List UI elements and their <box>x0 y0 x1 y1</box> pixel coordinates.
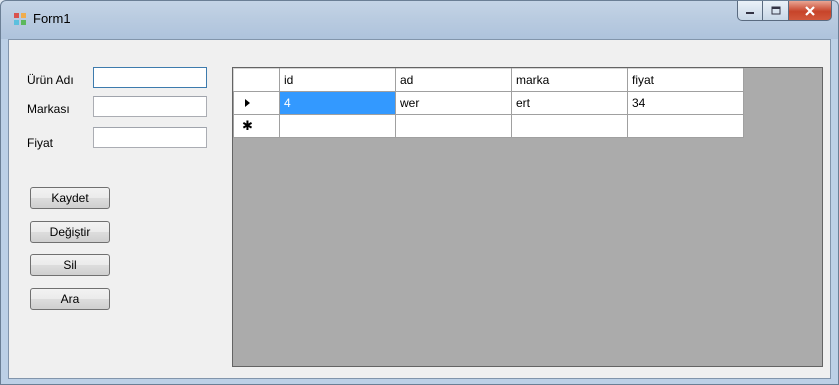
form-app-icon <box>14 13 26 25</box>
row-header[interactable] <box>233 91 280 115</box>
grid-cell-id[interactable]: 4 <box>279 91 396 115</box>
data-grid-table: id ad marka fiyat 4 wer ert 34 ✱ <box>233 68 744 138</box>
sil-button[interactable]: Sil <box>30 254 110 276</box>
label-urun-adi: Ürün Adı <box>27 73 74 87</box>
minimize-icon <box>746 11 754 14</box>
label-fiyat: Fiyat <box>27 136 54 150</box>
grid-cell-ad[interactable]: wer <box>395 91 512 115</box>
new-row-star-icon: ✱ <box>242 118 253 133</box>
window-controls <box>737 1 832 21</box>
close-button[interactable] <box>789 1 832 21</box>
close-icon <box>805 5 815 16</box>
grid-cell-marka[interactable]: ert <box>511 91 628 115</box>
data-grid[interactable]: id ad marka fiyat 4 wer ert 34 ✱ <box>232 67 823 367</box>
column-header-fiyat[interactable]: fiyat <box>627 68 744 92</box>
fiyat-input[interactable] <box>93 127 207 148</box>
new-row-cell[interactable] <box>627 114 744 138</box>
form-client-area: Ürün Adı Markası Fiyat Kaydet Değiştir S… <box>8 39 831 379</box>
column-header-id[interactable]: id <box>279 68 396 92</box>
minimize-button[interactable] <box>737 1 763 21</box>
current-row-arrow-icon <box>245 99 250 107</box>
grid-corner-header[interactable] <box>233 68 280 92</box>
column-header-marka[interactable]: marka <box>511 68 628 92</box>
app-window: Form1 Ürün Adı Markası Fiyat Kaydet Deği… <box>0 0 839 385</box>
table-row[interactable]: 4 wer ert 34 <box>233 91 744 115</box>
new-row[interactable]: ✱ <box>233 114 744 138</box>
new-row-cell[interactable] <box>279 114 396 138</box>
grid-header-row: id ad marka fiyat <box>233 68 744 92</box>
ara-button[interactable]: Ara <box>30 288 110 310</box>
maximize-icon <box>771 6 780 15</box>
markasi-input[interactable] <box>93 96 207 117</box>
new-row-cell[interactable] <box>395 114 512 138</box>
kaydet-button[interactable]: Kaydet <box>30 187 110 209</box>
new-row-header[interactable]: ✱ <box>233 114 280 138</box>
title-bar[interactable]: Form1 <box>1 1 838 39</box>
degistir-button[interactable]: Değiştir <box>30 221 110 243</box>
column-header-ad[interactable]: ad <box>395 68 512 92</box>
grid-cell-fiyat[interactable]: 34 <box>627 91 744 115</box>
window-title: Form1 <box>33 11 71 26</box>
new-row-cell[interactable] <box>511 114 628 138</box>
label-markasi: Markası <box>27 102 70 116</box>
urun-adi-input[interactable] <box>93 67 207 88</box>
maximize-button[interactable] <box>763 1 789 21</box>
